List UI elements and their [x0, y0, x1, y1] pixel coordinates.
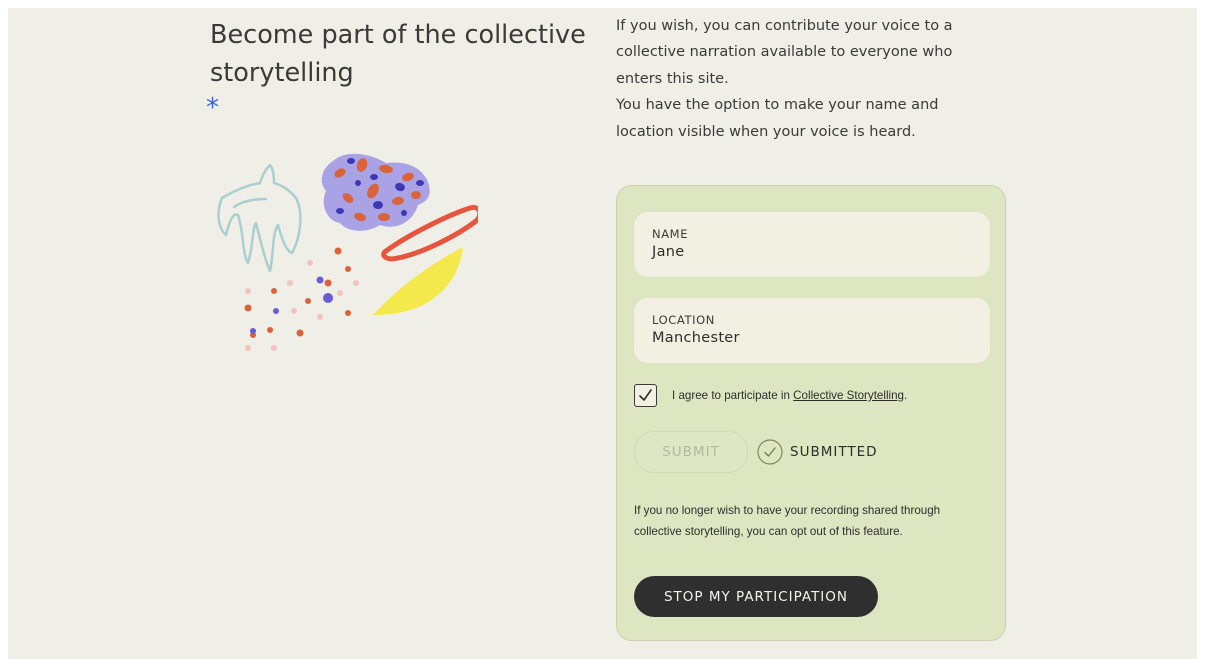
collective-storytelling-link[interactable]: Collective Storytelling: [793, 389, 904, 402]
submit-row: SUBMIT SUBMITTED: [634, 431, 878, 473]
location-label: LOCATION: [652, 313, 715, 327]
submit-button[interactable]: SUBMIT: [634, 431, 748, 473]
page: Become part of the collective storytelli…: [8, 8, 1197, 659]
name-label: NAME: [652, 227, 689, 241]
intro-text: If you wish, you can contribute your voi…: [616, 13, 986, 145]
checkmark-icon: [639, 389, 652, 401]
consent-checkbox[interactable]: [634, 384, 657, 407]
consent-label: I agree to participate in Collective Sto…: [672, 389, 907, 402]
consent-suffix: .: [904, 389, 908, 402]
consent-text: I agree to participate in: [672, 389, 794, 402]
intro-paragraph-2: You have the option to make your name an…: [616, 97, 939, 140]
location-field[interactable]: LOCATION Manchester: [634, 298, 990, 363]
participation-form: NAME Jane LOCATION Manchester I agree to…: [616, 185, 1006, 641]
asterisk-icon: *: [206, 93, 219, 123]
submitted-label: SUBMITTED: [790, 444, 878, 460]
optout-text: If you no longer wish to have your recor…: [634, 504, 941, 538]
intro-paragraph-1: If you wish, you can contribute your voi…: [616, 18, 953, 87]
stop-participation-button[interactable]: STOP MY PARTICIPATION: [634, 576, 878, 617]
decorative-illustration: [217, 153, 478, 351]
submitted-status: SUBMITTED: [757, 439, 878, 465]
page-title: Become part of the collective storytelli…: [210, 20, 586, 88]
location-value[interactable]: Manchester: [652, 328, 972, 348]
name-value[interactable]: Jane: [652, 242, 972, 262]
consent-row: I agree to participate in Collective Sto…: [634, 384, 907, 407]
check-circle-icon: [757, 439, 783, 465]
name-field[interactable]: NAME Jane: [634, 212, 990, 277]
